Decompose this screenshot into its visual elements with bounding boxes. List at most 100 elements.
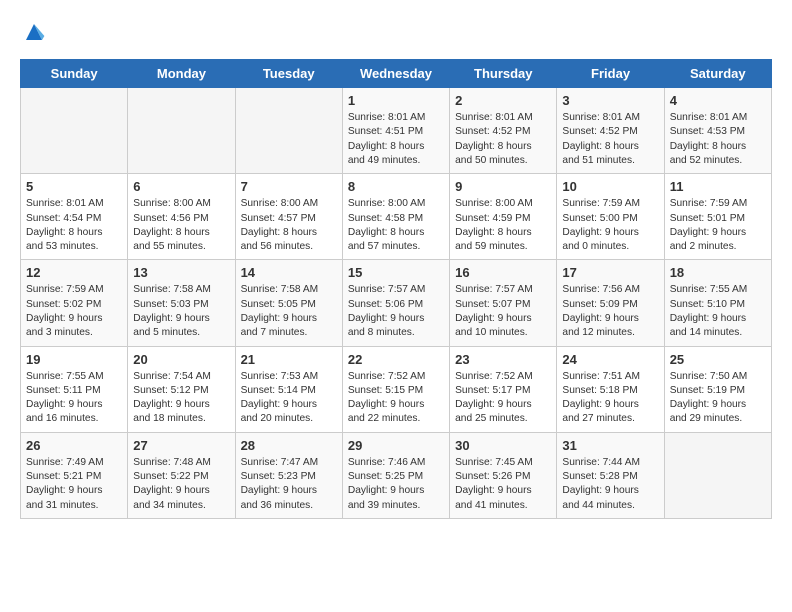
day-header-monday: Monday bbox=[128, 60, 235, 88]
calendar-cell: 18 Sunrise: 7:55 AM Sunset: 5:10 PM Dayli… bbox=[664, 260, 771, 346]
day-number: 17 bbox=[562, 265, 658, 280]
day-header-thursday: Thursday bbox=[450, 60, 557, 88]
calendar-cell bbox=[235, 88, 342, 174]
day-number: 31 bbox=[562, 438, 658, 453]
calendar-cell: 31 Sunrise: 7:44 AM Sunset: 5:28 PM Dayli… bbox=[557, 432, 664, 518]
calendar-cell bbox=[128, 88, 235, 174]
day-number: 18 bbox=[670, 265, 766, 280]
calendar-cell: 8 Sunrise: 8:00 AM Sunset: 4:58 PM Daylig… bbox=[342, 174, 449, 260]
calendar-cell: 22 Sunrise: 7:52 AM Sunset: 5:15 PM Dayli… bbox=[342, 346, 449, 432]
day-number: 13 bbox=[133, 265, 229, 280]
day-info: Sunrise: 8:01 AM Sunset: 4:53 PM Dayligh… bbox=[670, 111, 766, 168]
logo bbox=[20, 20, 46, 49]
calendar-cell: 19 Sunrise: 7:55 AM Sunset: 5:11 PM Dayli… bbox=[21, 346, 128, 432]
day-number: 1 bbox=[348, 93, 444, 108]
calendar-table: SundayMondayTuesdayWednesdayThursdayFrid… bbox=[20, 59, 772, 519]
day-number: 15 bbox=[348, 265, 444, 280]
calendar-cell: 3 Sunrise: 8:01 AM Sunset: 4:52 PM Daylig… bbox=[557, 88, 664, 174]
day-number: 8 bbox=[348, 179, 444, 194]
day-number: 9 bbox=[455, 179, 551, 194]
day-number: 10 bbox=[562, 179, 658, 194]
day-info: Sunrise: 7:48 AM Sunset: 5:22 PM Dayligh… bbox=[133, 456, 229, 513]
day-info: Sunrise: 7:55 AM Sunset: 5:11 PM Dayligh… bbox=[26, 370, 122, 427]
day-number: 12 bbox=[26, 265, 122, 280]
day-info: Sunrise: 8:00 AM Sunset: 4:56 PM Dayligh… bbox=[133, 197, 229, 254]
calendar-cell: 23 Sunrise: 7:52 AM Sunset: 5:17 PM Dayli… bbox=[450, 346, 557, 432]
day-info: Sunrise: 8:00 AM Sunset: 4:58 PM Dayligh… bbox=[348, 197, 444, 254]
calendar-cell: 21Sunrise: 7:53 AM Sunset: 5:14 PM Dayli… bbox=[235, 346, 342, 432]
calendar-cell: 17 Sunrise: 7:56 AM Sunset: 5:09 PM Dayli… bbox=[557, 260, 664, 346]
day-number: 4 bbox=[670, 93, 766, 108]
calendar-cell: 26Sunrise: 7:49 AM Sunset: 5:21 PM Dayli… bbox=[21, 432, 128, 518]
day-info: Sunrise: 8:00 AM Sunset: 4:57 PM Dayligh… bbox=[241, 197, 337, 254]
calendar-cell: 25 Sunrise: 7:50 AM Sunset: 5:19 PM Dayli… bbox=[664, 346, 771, 432]
day-info: Sunrise: 7:58 AM Sunset: 5:03 PM Dayligh… bbox=[133, 283, 229, 340]
calendar-cell: 12 Sunrise: 7:59 AM Sunset: 5:02 PM Dayli… bbox=[21, 260, 128, 346]
logo-icon bbox=[22, 20, 46, 44]
day-info: Sunrise: 7:55 AM Sunset: 5:10 PM Dayligh… bbox=[670, 283, 766, 340]
day-info: Sunrise: 7:51 AM Sunset: 5:18 PM Dayligh… bbox=[562, 370, 658, 427]
day-number: 11 bbox=[670, 179, 766, 194]
day-info: Sunrise: 7:56 AM Sunset: 5:09 PM Dayligh… bbox=[562, 283, 658, 340]
day-number: 28 bbox=[241, 438, 337, 453]
day-info: Sunrise: 7:46 AM Sunset: 5:25 PM Dayligh… bbox=[348, 456, 444, 513]
day-number: 20 bbox=[133, 352, 229, 367]
day-info: Sunrise: 7:57 AM Sunset: 5:07 PM Dayligh… bbox=[455, 283, 551, 340]
page-header bbox=[20, 20, 772, 49]
calendar-cell bbox=[664, 432, 771, 518]
day-number: 16 bbox=[455, 265, 551, 280]
calendar-cell: 4 Sunrise: 8:01 AM Sunset: 4:53 PM Daylig… bbox=[664, 88, 771, 174]
day-number: 19 bbox=[26, 352, 122, 367]
day-number: 25 bbox=[670, 352, 766, 367]
day-info: Sunrise: 7:59 AM Sunset: 5:02 PM Dayligh… bbox=[26, 283, 122, 340]
calendar-header: SundayMondayTuesdayWednesdayThursdayFrid… bbox=[21, 60, 772, 88]
calendar-cell: 24 Sunrise: 7:51 AM Sunset: 5:18 PM Dayli… bbox=[557, 346, 664, 432]
calendar-cell: 9 Sunrise: 8:00 AM Sunset: 4:59 PM Daylig… bbox=[450, 174, 557, 260]
calendar-cell: 27 Sunrise: 7:48 AM Sunset: 5:22 PM Dayli… bbox=[128, 432, 235, 518]
calendar-cell: 15Sunrise: 7:57 AM Sunset: 5:06 PM Dayli… bbox=[342, 260, 449, 346]
day-number: 5 bbox=[26, 179, 122, 194]
day-number: 23 bbox=[455, 352, 551, 367]
day-header-tuesday: Tuesday bbox=[235, 60, 342, 88]
day-number: 3 bbox=[562, 93, 658, 108]
day-info: Sunrise: 8:01 AM Sunset: 4:52 PM Dayligh… bbox=[562, 111, 658, 168]
calendar-cell: 1 Sunrise: 8:01 AM Sunset: 4:51 PM Daylig… bbox=[342, 88, 449, 174]
day-info: Sunrise: 7:47 AM Sunset: 5:23 PM Dayligh… bbox=[241, 456, 337, 513]
day-number: 24 bbox=[562, 352, 658, 367]
day-number: 29 bbox=[348, 438, 444, 453]
day-info: Sunrise: 7:54 AM Sunset: 5:12 PM Dayligh… bbox=[133, 370, 229, 427]
calendar-cell: 29 Sunrise: 7:46 AM Sunset: 5:25 PM Dayli… bbox=[342, 432, 449, 518]
calendar-cell: 14 Sunrise: 7:58 AM Sunset: 5:05 PM Dayli… bbox=[235, 260, 342, 346]
day-number: 14 bbox=[241, 265, 337, 280]
calendar-cell: 10 Sunrise: 7:59 AM Sunset: 5:00 PM Dayli… bbox=[557, 174, 664, 260]
day-info: Sunrise: 8:01 AM Sunset: 4:51 PM Dayligh… bbox=[348, 111, 444, 168]
day-info: Sunrise: 7:50 AM Sunset: 5:19 PM Dayligh… bbox=[670, 370, 766, 427]
day-info: Sunrise: 7:59 AM Sunset: 5:00 PM Dayligh… bbox=[562, 197, 658, 254]
day-number: 27 bbox=[133, 438, 229, 453]
calendar-cell: 5 Sunrise: 8:01 AM Sunset: 4:54 PM Daylig… bbox=[21, 174, 128, 260]
day-number: 2 bbox=[455, 93, 551, 108]
day-info: Sunrise: 7:52 AM Sunset: 5:15 PM Dayligh… bbox=[348, 370, 444, 427]
day-info: Sunrise: 7:49 AM Sunset: 5:21 PM Dayligh… bbox=[26, 456, 122, 513]
calendar-cell: 7 Sunrise: 8:00 AM Sunset: 4:57 PM Daylig… bbox=[235, 174, 342, 260]
day-info: Sunrise: 8:01 AM Sunset: 4:54 PM Dayligh… bbox=[26, 197, 122, 254]
calendar-cell: 28 Sunrise: 7:47 AM Sunset: 5:23 PM Dayli… bbox=[235, 432, 342, 518]
day-info: Sunrise: 7:45 AM Sunset: 5:26 PM Dayligh… bbox=[455, 456, 551, 513]
day-header-wednesday: Wednesday bbox=[342, 60, 449, 88]
day-number: 30 bbox=[455, 438, 551, 453]
day-number: 22 bbox=[348, 352, 444, 367]
day-info: Sunrise: 7:53 AM Sunset: 5:14 PM Dayligh… bbox=[241, 370, 337, 427]
day-info: Sunrise: 7:44 AM Sunset: 5:28 PM Dayligh… bbox=[562, 456, 658, 513]
day-info: Sunrise: 8:01 AM Sunset: 4:52 PM Dayligh… bbox=[455, 111, 551, 168]
day-header-friday: Friday bbox=[557, 60, 664, 88]
day-info: Sunrise: 7:59 AM Sunset: 5:01 PM Dayligh… bbox=[670, 197, 766, 254]
day-info: Sunrise: 7:52 AM Sunset: 5:17 PM Dayligh… bbox=[455, 370, 551, 427]
day-number: 7 bbox=[241, 179, 337, 194]
day-info: Sunrise: 8:00 AM Sunset: 4:59 PM Dayligh… bbox=[455, 197, 551, 254]
day-header-sunday: Sunday bbox=[21, 60, 128, 88]
calendar-cell: 2 Sunrise: 8:01 AM Sunset: 4:52 PM Daylig… bbox=[450, 88, 557, 174]
logo-text bbox=[20, 20, 46, 49]
calendar-cell: 6Sunrise: 8:00 AM Sunset: 4:56 PM Daylig… bbox=[128, 174, 235, 260]
day-info: Sunrise: 7:58 AM Sunset: 5:05 PM Dayligh… bbox=[241, 283, 337, 340]
day-header-saturday: Saturday bbox=[664, 60, 771, 88]
